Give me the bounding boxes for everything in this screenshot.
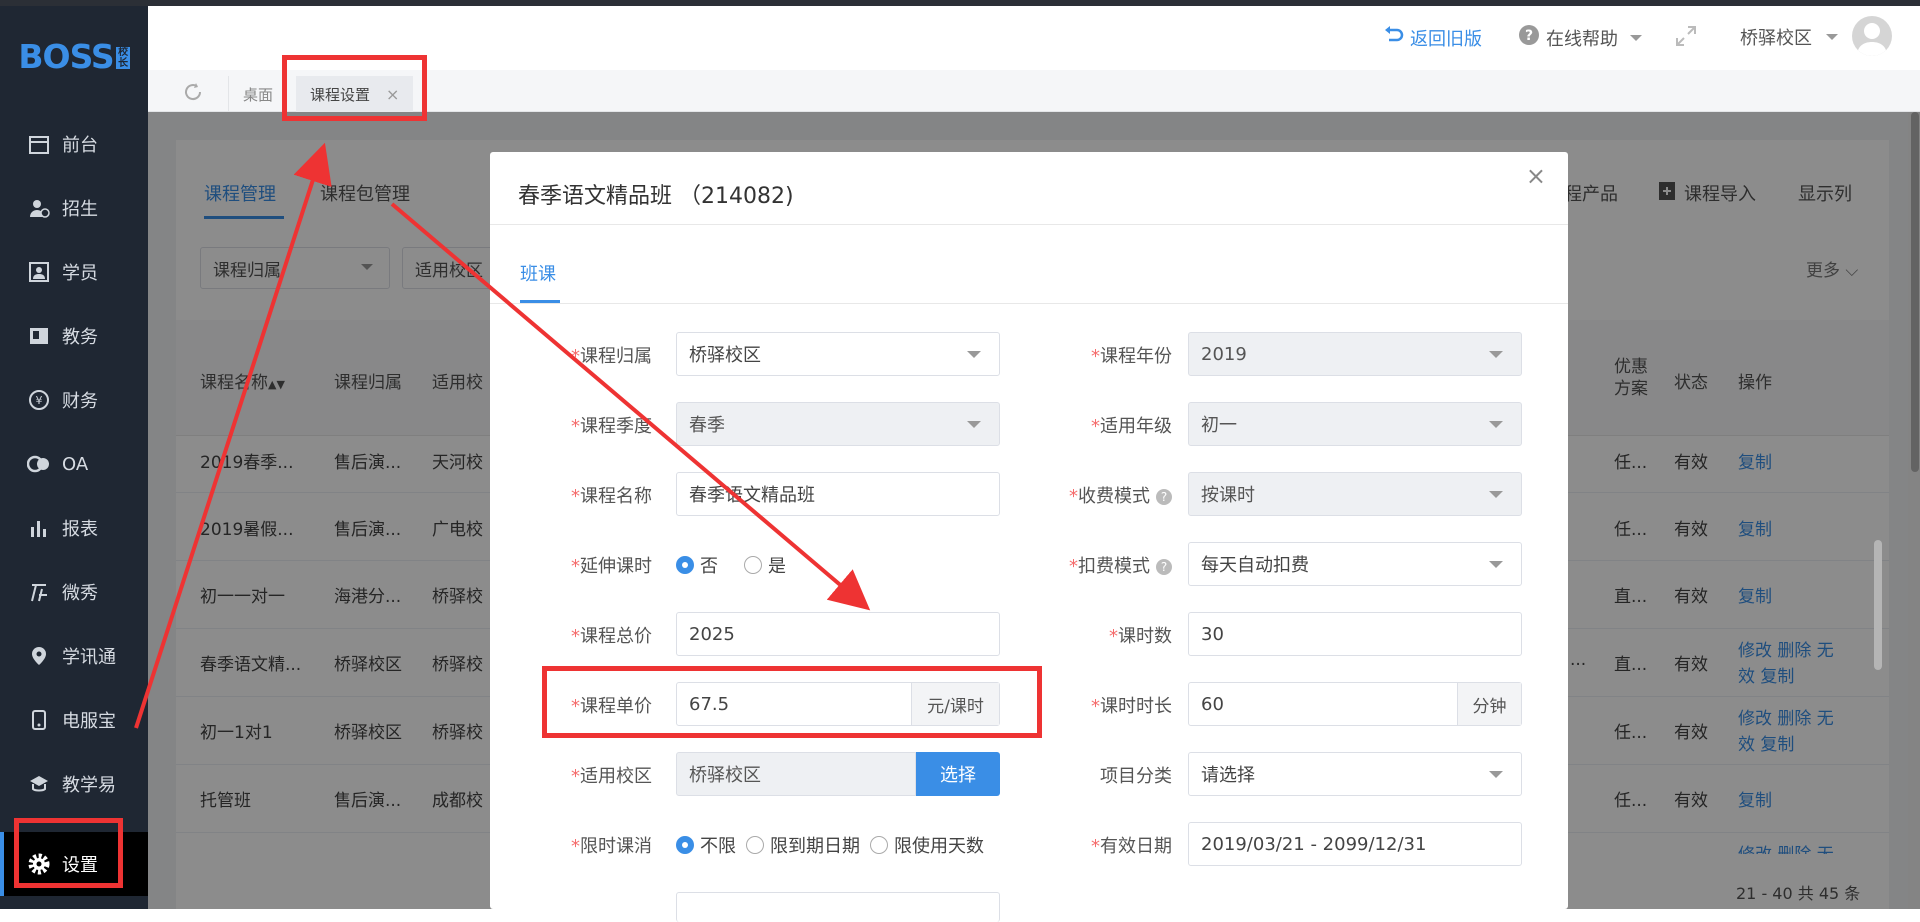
arrow-to-unit-price [390, 202, 871, 611]
annotation-arrows [134, 142, 871, 729]
arrow-settings-to-tab [134, 142, 332, 729]
